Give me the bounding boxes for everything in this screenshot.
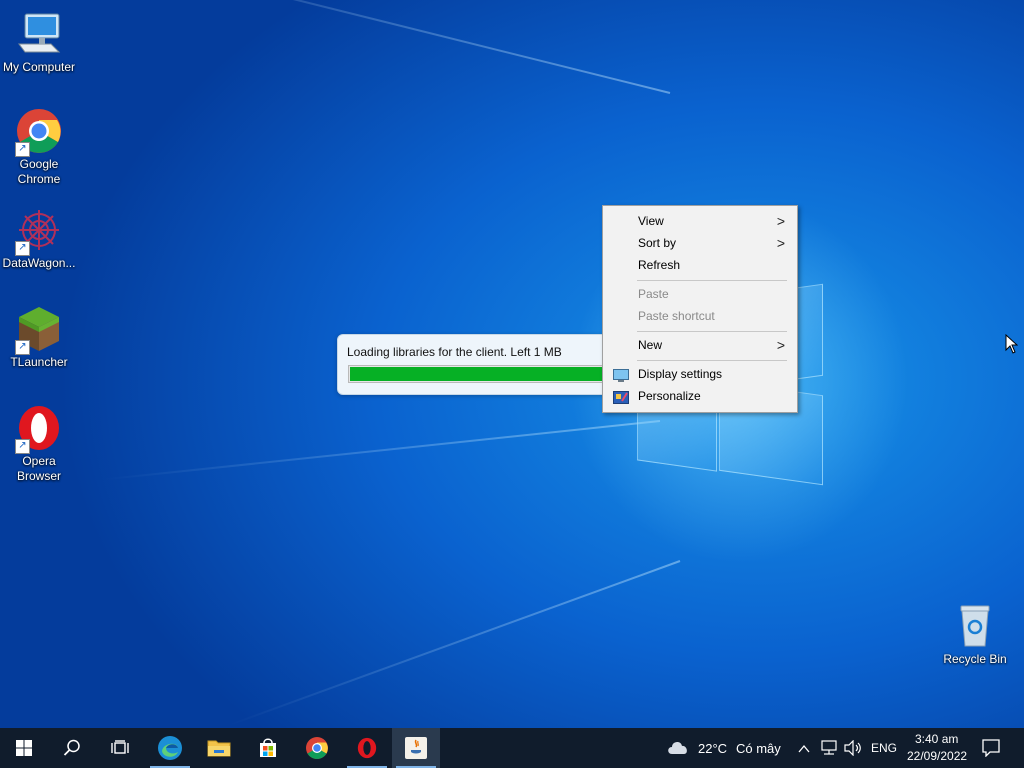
desktop[interactable]: My Computer ↗ Google Chrome ↗ DataWagon.…	[0, 0, 1024, 728]
clock-time[interactable]: 3:40 am	[915, 732, 958, 746]
network-icon[interactable]	[820, 740, 838, 761]
display-icon	[613, 367, 629, 382]
menu-item-personalize[interactable]: Personalize	[605, 385, 795, 407]
wallpaper-light-beam	[102, 420, 661, 481]
taskbar: 22°C Có mây ENG 3:40 am 22/09/2022	[0, 728, 1024, 768]
search-button[interactable]	[48, 728, 96, 768]
menu-item-display-settings[interactable]: Display settings	[605, 363, 795, 385]
minecraft-block-icon: ↗	[15, 305, 63, 355]
notification-icon[interactable]	[982, 739, 1000, 762]
desktop-icon-my-computer[interactable]: My Computer	[0, 10, 78, 75]
recycle-bin-icon	[951, 602, 999, 650]
chevron-right-icon: >	[776, 235, 785, 251]
store-icon	[260, 738, 276, 757]
desktop-icon-label: DataWagon...	[2, 256, 76, 270]
desktop-icon-label: Recycle Bin	[943, 652, 1007, 666]
start-button[interactable]	[0, 728, 48, 768]
opera-icon	[357, 737, 377, 759]
menu-item-label: View	[638, 214, 664, 228]
loading-progress-dialog: Loading libraries for the client. Left 1…	[337, 334, 614, 395]
mouse-cursor-icon	[1005, 333, 1019, 359]
weather-temperature[interactable]: 22°C	[698, 741, 727, 756]
menu-item-label: Paste	[638, 287, 669, 301]
menu-item-paste-shortcut[interactable]: Paste shortcut	[605, 305, 795, 327]
taskbar-chrome[interactable]	[293, 728, 341, 768]
volume-icon[interactable]	[844, 739, 862, 761]
shortcut-arrow-icon: ↗	[15, 340, 30, 355]
menu-item-refresh[interactable]: Refresh	[605, 254, 795, 276]
desktop-icon-label: Opera Browser	[16, 454, 61, 483]
shortcut-arrow-icon: ↗	[15, 439, 30, 454]
taskbar-java[interactable]	[392, 728, 440, 768]
opera-icon: ↗	[15, 404, 63, 454]
taskbar-store[interactable]	[244, 728, 292, 768]
menu-item-label: Refresh	[638, 258, 681, 272]
weather-condition[interactable]: Có mây	[736, 741, 781, 756]
menu-separator	[637, 331, 787, 332]
task-view-button[interactable]	[96, 728, 144, 768]
clock-date[interactable]: 22/09/2022	[907, 749, 967, 763]
menu-item-new[interactable]: New >	[605, 334, 795, 356]
desktop-icon-datawagon[interactable]: ↗ DataWagon...	[0, 206, 78, 271]
desktop-icon-opera-browser[interactable]: ↗ Opera Browser	[0, 404, 78, 484]
menu-item-label: New	[638, 338, 663, 352]
java-icon	[405, 737, 427, 759]
menu-separator	[637, 360, 787, 361]
chevron-right-icon: >	[776, 337, 785, 353]
chrome-icon	[306, 737, 328, 759]
taskbar-edge[interactable]	[146, 728, 194, 768]
desktop-icon-google-chrome[interactable]: ↗ Google Chrome	[0, 107, 78, 187]
task-view-icon	[111, 740, 129, 754]
chrome-icon: ↗	[15, 107, 63, 157]
edge-icon	[158, 736, 182, 760]
desktop-icon-label: TLauncher	[10, 355, 68, 369]
wallpaper-light-beam	[87, 0, 671, 94]
taskbar-file-explorer[interactable]	[195, 728, 243, 768]
menu-item-sort-by[interactable]: Sort by >	[605, 232, 795, 254]
taskbar-opera[interactable]	[343, 728, 391, 768]
menu-separator	[637, 280, 787, 281]
progress-bar-fill	[350, 367, 605, 381]
folder-icon	[207, 740, 231, 757]
wallpaper-light-beam	[228, 560, 681, 727]
input-language[interactable]: ENG	[871, 741, 897, 755]
search-icon	[63, 739, 80, 756]
desktop-icon-label: My Computer	[2, 60, 76, 74]
windows-logo-icon	[16, 740, 32, 756]
menu-item-view[interactable]: View >	[605, 210, 795, 232]
menu-item-label: Personalize	[638, 389, 701, 403]
chevron-up-icon[interactable]	[798, 741, 810, 759]
menu-item-label: Display settings	[638, 367, 723, 381]
menu-item-label: Sort by	[638, 236, 677, 250]
shortcut-arrow-icon: ↗	[15, 241, 30, 256]
desktop-context-menu: View > Sort by > Refresh Paste Paste sho…	[602, 205, 798, 413]
menu-item-label: Paste shortcut	[638, 309, 715, 323]
desktop-icon-tlauncher[interactable]: ↗ TLauncher	[0, 305, 78, 370]
cloud-icon[interactable]	[666, 738, 690, 761]
datawagon-icon: ↗	[15, 206, 63, 256]
computer-icon	[15, 10, 63, 58]
desktop-icon-recycle-bin[interactable]: Recycle Bin	[936, 602, 1014, 667]
progress-message: Loading libraries for the client. Left 1…	[347, 345, 562, 359]
menu-item-paste[interactable]: Paste	[605, 283, 795, 305]
shortcut-arrow-icon: ↗	[15, 142, 30, 157]
desktop-icon-label: Google Chrome	[17, 157, 61, 186]
progress-bar	[348, 365, 612, 383]
chevron-right-icon: >	[776, 213, 785, 229]
personalize-icon	[613, 389, 629, 404]
